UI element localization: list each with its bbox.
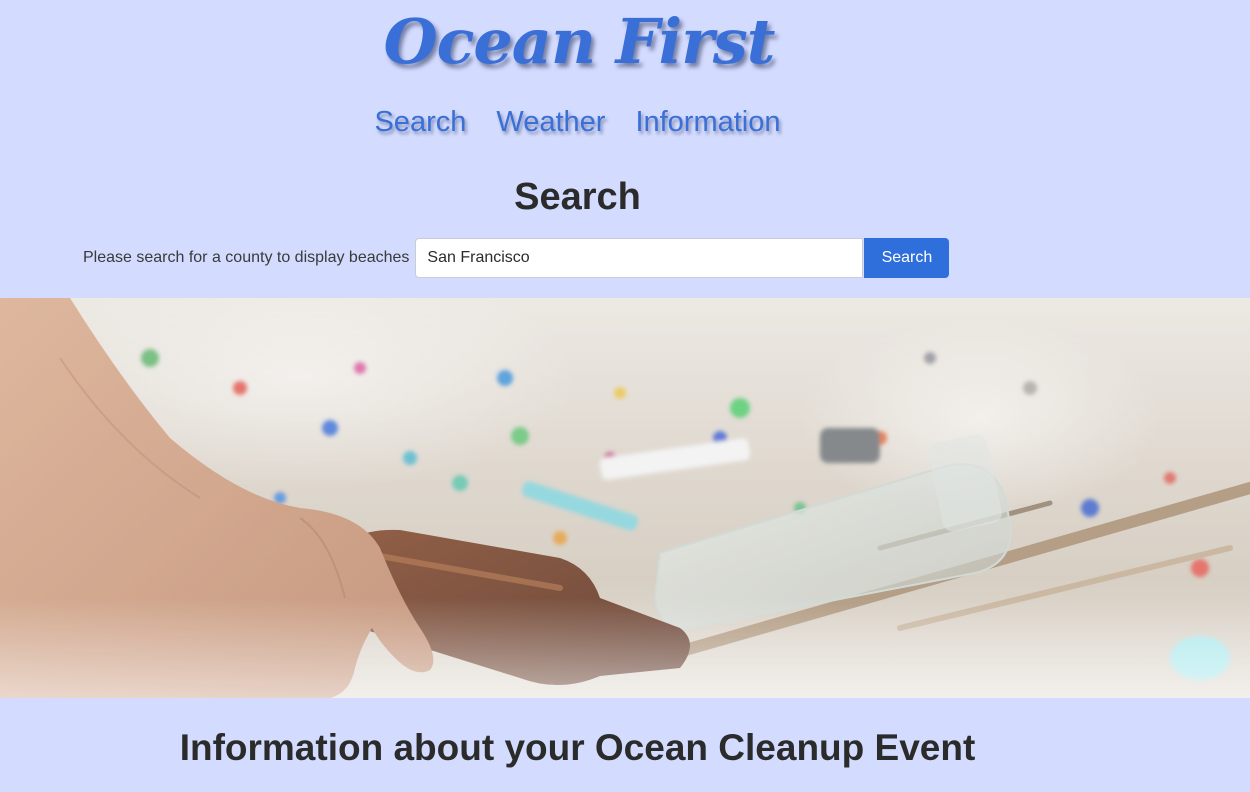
nav-weather-link[interactable]: Weather <box>496 100 605 144</box>
search-section-title: Search <box>514 176 641 218</box>
site-logo[interactable]: Ocean First <box>0 2 1158 82</box>
main-nav: Search Weather Information <box>0 100 1155 144</box>
search-button[interactable]: Search <box>864 238 950 278</box>
county-search-input[interactable] <box>415 238 864 278</box>
search-prompt-label: Please search for a county to display be… <box>83 249 410 266</box>
beach-litter-photo <box>0 298 1250 698</box>
page: Ocean First Search Weather Information S… <box>0 0 1250 792</box>
search-form: Please search for a county to display be… <box>83 238 950 278</box>
nav-search-link[interactable]: Search <box>374 100 466 144</box>
hero-illustration <box>0 298 1250 698</box>
nav-information-link[interactable]: Information <box>635 100 780 144</box>
information-section-title: Information about your Ocean Cleanup Eve… <box>179 727 976 768</box>
